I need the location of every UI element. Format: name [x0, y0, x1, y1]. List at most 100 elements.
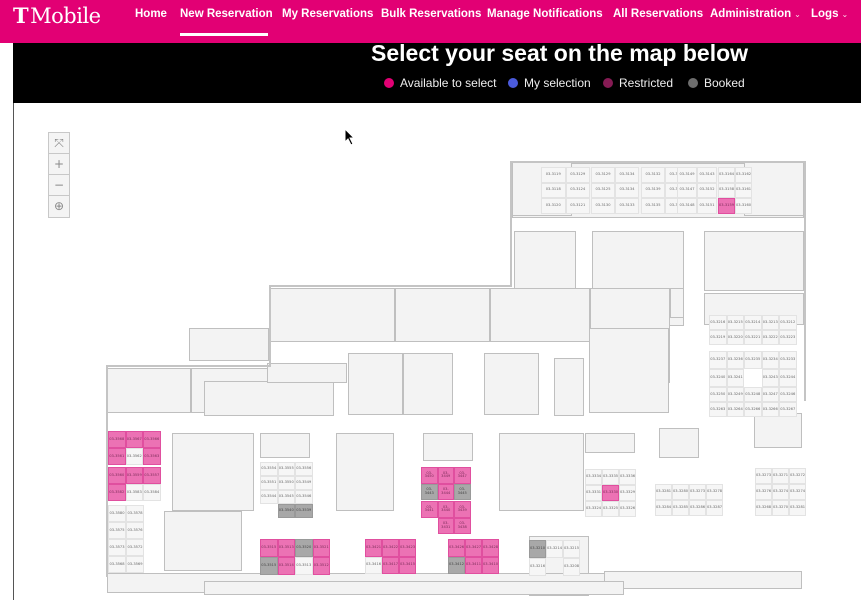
active-nav-indicator — [180, 33, 268, 36]
seat-03-3438[interactable]: 03-3438 — [454, 517, 471, 534]
seat-03-3426[interactable]: 03-3426 — [448, 539, 465, 557]
seat-03-3578: 03-3578 — [126, 505, 144, 522]
seat-03-3210: 03-3210 — [529, 540, 546, 558]
legend-label: Booked — [704, 76, 745, 90]
seat-03-3449[interactable]: 03-3449 — [437, 467, 454, 484]
room — [395, 288, 490, 342]
room — [554, 358, 584, 416]
nav-label: New Reservation — [180, 8, 273, 20]
wall — [269, 285, 512, 287]
seat-03-3560[interactable]: 03-3560 — [108, 467, 126, 484]
seat-03-3422[interactable]: 03-3422 — [382, 539, 399, 557]
seat-03-3417[interactable]: 03-3417 — [382, 556, 399, 574]
seat-03-3159[interactable]: 03-3159 — [718, 198, 735, 214]
seat-03-3444[interactable]: 03-3444 — [437, 483, 454, 500]
nav-bulk-reservations[interactable]: Bulk Reservations — [381, 8, 481, 20]
seat-03-3557[interactable]: 03-3557 — [143, 467, 161, 484]
seat-03-3575: 03-3575 — [108, 522, 126, 539]
floor-map[interactable]: ⤧ + − ⊕ 03-3119 03-3129 03-3118 03-3124 03-3… — [14, 103, 861, 600]
nav-my-reservations[interactable]: My Reservations — [282, 8, 373, 20]
seat-03-3441[interactable]: 03-3441 — [421, 501, 438, 518]
seat-03-3513[interactable]: 03-3513 — [277, 539, 295, 557]
seat-03-3278: 03-3278 — [706, 484, 723, 500]
seat-03-3336: 03-3336 — [619, 469, 636, 485]
seat-03-3562: 03-3562 — [125, 448, 143, 465]
seat-03-3561[interactable]: 03-3561 — [108, 448, 126, 465]
seat-03-3134: 03-3134 — [615, 182, 639, 198]
seat-03-3235: 03-3235 — [744, 351, 762, 369]
seat-03-3554: 03-3554 — [260, 462, 278, 476]
room — [336, 433, 394, 511]
seat-03-3447[interactable]: 03-3447 — [454, 467, 471, 484]
room — [744, 161, 804, 216]
fit-to-screen-button[interactable]: ⤧ — [49, 133, 69, 154]
seat-03-3129: 03-3129 — [591, 167, 615, 183]
nav-administration[interactable]: Administration ⌄ — [710, 8, 801, 20]
seat-03-3566[interactable]: 03-3566 — [143, 431, 161, 448]
zoom-in-button[interactable]: + — [49, 154, 69, 175]
seat-03-3416: 03-3416 — [365, 556, 382, 574]
zoom-out-button[interactable]: − — [49, 175, 69, 196]
nav-home[interactable]: Home — [135, 8, 167, 20]
nav-new-reservation[interactable]: New Reservation — [180, 8, 273, 20]
seat-03-3423[interactable]: 03-3423 — [399, 539, 416, 557]
seat-03-3428[interactable]: 03-3428 — [482, 539, 499, 557]
seat-03-3135: 03-3135 — [641, 198, 665, 214]
room — [172, 433, 254, 511]
seat-03-3143: 03-3143 — [697, 167, 717, 183]
seat-03-3421[interactable]: 03-3421 — [365, 539, 382, 557]
nav-all-reservations[interactable]: All Reservations — [613, 8, 703, 20]
room — [267, 363, 347, 383]
seat-03-3427[interactable]: 03-3427 — [465, 539, 482, 557]
legend-my-selection: My selection — [508, 76, 591, 90]
seat-03-3450[interactable]: 03-3450 — [421, 467, 438, 484]
seat-03-3214: 03-3214 — [744, 315, 762, 330]
room — [490, 288, 590, 342]
room — [604, 571, 802, 589]
seat-03-3514[interactable]: 03-3514 — [277, 557, 295, 575]
seat-03-3582[interactable]: 03-3582 — [108, 484, 126, 501]
seat-03-3415[interactable]: 03-3415 — [399, 556, 416, 574]
room — [403, 353, 453, 415]
seat-03-3439[interactable]: 03-3439 — [454, 501, 471, 518]
seat-03-3273: 03-3273 — [755, 468, 772, 484]
seat-03-3121: 03-3121 — [565, 198, 590, 214]
seat-03-3273: 03-3273 — [689, 484, 706, 500]
map-zoom-controls: ⤧ + − ⊕ — [48, 132, 70, 218]
seat-03-3545: 03-3545 — [277, 490, 295, 504]
seat-03-3411[interactable]: 03-3411 — [465, 556, 482, 574]
nav-logs[interactable]: Logs ⌄ — [811, 8, 848, 20]
seat-03-3440[interactable]: 03-3440 — [437, 501, 454, 518]
seat-03-3263: 03-3263 — [709, 402, 727, 417]
page-header: Select your seat on the map below Availa… — [13, 40, 861, 103]
zoom-reset-button[interactable]: ⊕ — [49, 196, 69, 217]
room — [670, 288, 684, 318]
seat-03-3549: 03-3549 — [295, 476, 313, 490]
seat-03-3567[interactable]: 03-3567 — [125, 431, 143, 448]
room — [484, 353, 539, 415]
seat-03-3330[interactable]: 03-3330 — [602, 485, 619, 501]
seat-03-3521[interactable]: 03-3521 — [312, 539, 330, 557]
seat-03-3280: 03-3280 — [672, 484, 689, 500]
seat-03-3241: 03-3241 — [726, 369, 744, 387]
seat-03-3559[interactable]: 03-3559 — [125, 467, 143, 484]
t-mobile-logo[interactable]: TMobile — [13, 3, 101, 28]
seat-03-3410[interactable]: 03-3410 — [482, 556, 499, 574]
room — [754, 413, 802, 448]
seat-03-3515[interactable]: 03-3515 — [260, 539, 278, 557]
top-navigation-bar: TMobile Home New Reservation My Reservat… — [0, 0, 861, 43]
seat-03-3568[interactable]: 03-3568 — [108, 431, 126, 448]
seat-03-3234: 03-3234 — [761, 351, 779, 369]
nav-manage-notifications[interactable]: Manage Notifications — [487, 8, 603, 20]
seat-03-3443: 03-3443 — [421, 483, 438, 500]
nav-label: Logs — [811, 8, 839, 20]
seat-03-3237: 03-3237 — [709, 351, 727, 369]
room — [189, 328, 269, 361]
seat-03-3551: 03-3551 — [260, 476, 278, 490]
seat-03-3236: 03-3236 — [726, 351, 744, 369]
seat-03-3119: 03-3119 — [541, 167, 566, 183]
seat-03-3431[interactable]: 03-3431 — [437, 517, 454, 534]
available-dot-icon — [384, 78, 394, 88]
seat-03-3512[interactable]: 03-3512 — [312, 557, 330, 575]
seat-03-3563[interactable]: 03-3563 — [143, 448, 161, 465]
